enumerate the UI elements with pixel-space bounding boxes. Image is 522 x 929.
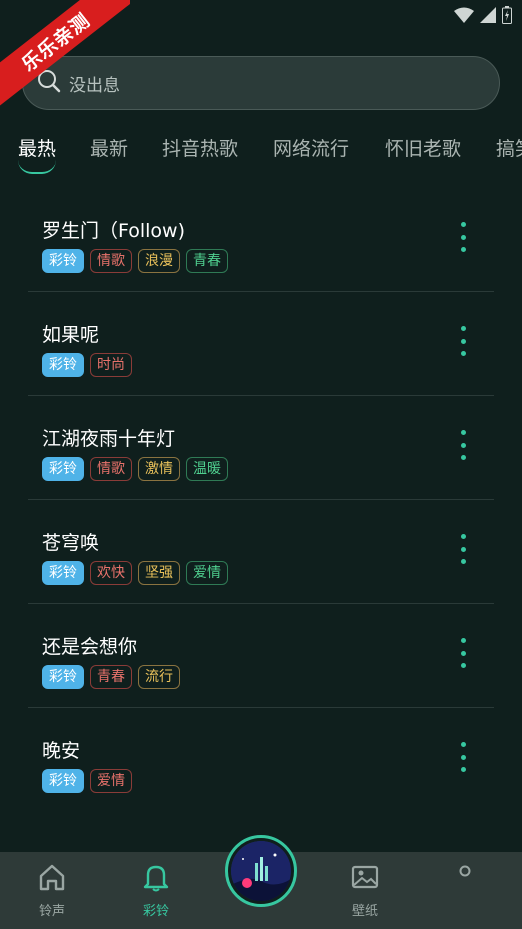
tag: 彩铃 <box>42 457 84 481</box>
more-options-icon[interactable] <box>456 742 470 772</box>
more-options-icon[interactable] <box>456 430 470 460</box>
list-item[interactable]: 江湖夜雨十年灯 彩铃 情歌 激情 温暖 <box>28 396 494 500</box>
app-screen: 乐乐亲测 没出息 最热 最新 抖音热歌 网络流行 怀旧老歌 搞笑 罗生门（Fol… <box>0 0 522 929</box>
tab-funny[interactable]: 搞笑 <box>496 134 522 161</box>
tab-internet-popular[interactable]: 网络流行 <box>273 134 349 161</box>
tag: 青春 <box>186 249 228 273</box>
profile-dot-icon <box>455 865 485 896</box>
tag: 彩铃 <box>42 769 84 793</box>
song-title: 罗生门（Follow) <box>42 220 186 242</box>
category-tabs: 最热 最新 抖音热歌 网络流行 怀旧老歌 搞笑 <box>0 128 522 178</box>
tag: 浪漫 <box>138 249 180 273</box>
tag: 彩铃 <box>42 561 84 585</box>
tag: 爱情 <box>90 769 132 793</box>
song-title: 江湖夜雨十年灯 <box>42 428 176 450</box>
home-icon <box>37 864 67 896</box>
list-item[interactable]: 苍穹唤 彩铃 欢快 坚强 爱情 <box>28 500 494 604</box>
nav-color-ring[interactable]: 彩铃 <box>116 862 196 919</box>
more-options-icon[interactable] <box>456 638 470 668</box>
tag: 情歌 <box>90 457 132 481</box>
nav-profile[interactable] <box>430 862 510 896</box>
song-tags: 彩铃 情歌 浪漫 青春 <box>42 249 228 273</box>
tag: 彩铃 <box>42 353 84 377</box>
tag: 温暖 <box>186 457 228 481</box>
song-tags: 彩铃 欢快 坚强 爱情 <box>42 561 228 585</box>
tag: 坚强 <box>138 561 180 585</box>
tag: 激情 <box>138 457 180 481</box>
song-title: 还是会想你 <box>42 636 138 658</box>
more-options-icon[interactable] <box>456 534 470 564</box>
list-item[interactable]: 罗生门（Follow) 彩铃 情歌 浪漫 青春 <box>28 188 494 292</box>
image-icon <box>350 865 380 896</box>
song-tags: 彩铃 时尚 <box>42 353 132 377</box>
tab-newest[interactable]: 最新 <box>90 134 128 161</box>
tag: 彩铃 <box>42 249 84 273</box>
wifi-icon <box>454 7 474 27</box>
nav-ringtone-label: 铃声 <box>38 904 65 919</box>
battery-icon <box>502 6 512 28</box>
tag: 青春 <box>90 665 132 689</box>
song-tags: 彩铃 情歌 激情 温暖 <box>42 457 228 481</box>
nav-color-ring-label: 彩铃 <box>142 904 169 919</box>
tag: 欢快 <box>90 561 132 585</box>
song-tags: 彩铃 青春 流行 <box>42 665 180 689</box>
list-item[interactable]: 还是会想你 彩铃 青春 流行 <box>28 604 494 708</box>
more-options-icon[interactable] <box>456 326 470 356</box>
corner-ribbon: 乐乐亲测 <box>0 0 130 110</box>
tag: 情歌 <box>90 249 132 273</box>
tab-classic-oldies[interactable]: 怀旧老歌 <box>385 134 461 161</box>
tag: 彩铃 <box>42 665 84 689</box>
song-tags: 彩铃 爱情 <box>42 769 132 793</box>
song-title: 苍穹唤 <box>42 532 100 554</box>
nav-ringtone[interactable]: 铃声 <box>12 862 92 919</box>
list-item[interactable]: 晚安 彩铃 爱情 <box>28 708 494 812</box>
signal-icon <box>480 7 496 27</box>
status-icons <box>454 6 512 28</box>
song-title: 晚安 <box>42 740 81 762</box>
song-list: 罗生门（Follow) 彩铃 情歌 浪漫 青春 如果呢 彩铃 时尚 江湖夜雨十年… <box>28 188 494 812</box>
ribbon-text: 乐乐亲测 <box>0 0 130 110</box>
tag: 流行 <box>138 665 180 689</box>
nav-wallpaper-label: 壁纸 <box>351 904 378 919</box>
album-art-icon <box>231 841 291 901</box>
now-playing-disc[interactable] <box>225 835 297 907</box>
tab-douyin-hits[interactable]: 抖音热歌 <box>162 134 238 161</box>
bell-icon <box>141 865 171 896</box>
more-options-icon[interactable] <box>456 222 470 252</box>
tag: 时尚 <box>90 353 132 377</box>
list-item[interactable]: 如果呢 彩铃 时尚 <box>28 292 494 396</box>
tag: 爱情 <box>186 561 228 585</box>
song-title: 如果呢 <box>42 324 100 346</box>
tab-hottest[interactable]: 最热 <box>18 134 56 161</box>
nav-wallpaper[interactable]: 壁纸 <box>325 862 405 919</box>
